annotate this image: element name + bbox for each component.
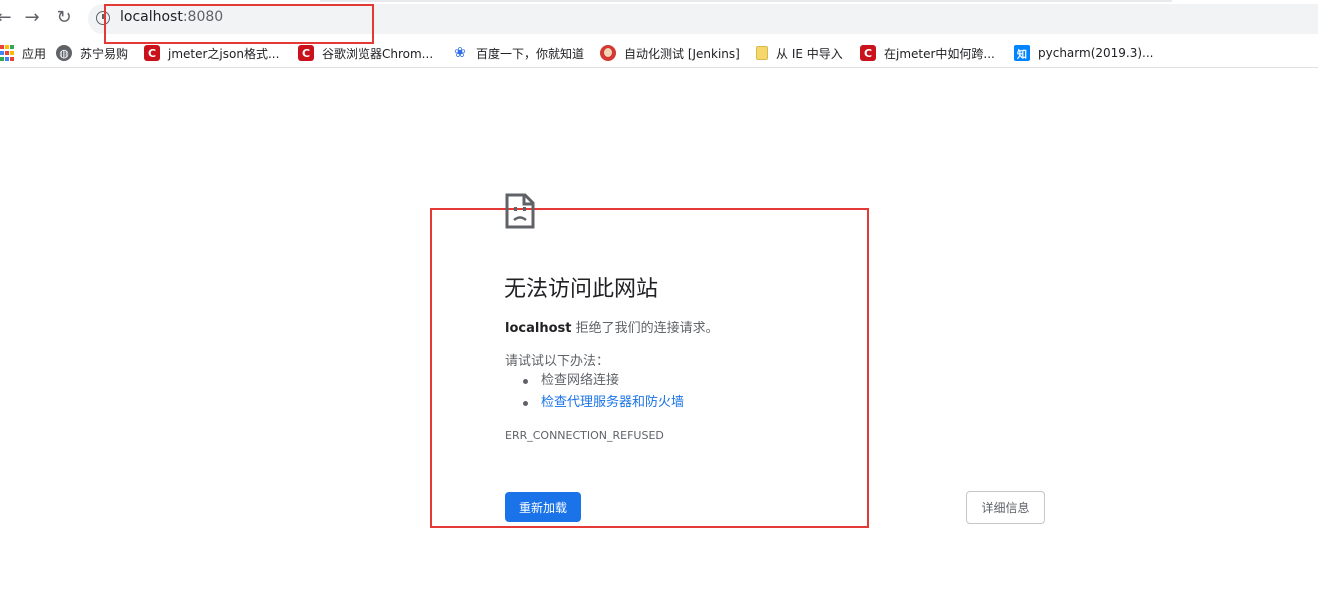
folder-icon: [756, 46, 768, 60]
reload-button[interactable]: 重新加载: [505, 492, 581, 522]
reload-icon[interactable]: ↻: [52, 6, 76, 30]
suggestions-list: 检查网络连接 检查代理服务器和防火墙: [523, 370, 684, 414]
bookmark-apps[interactable]: 应用: [0, 43, 46, 63]
csdn-icon: C: [298, 45, 314, 61]
bookmark-label: 从 IE 中导入: [776, 46, 843, 61]
bookmark-label: 在jmeter中如何跨...: [884, 46, 995, 61]
bookmark-baidu[interactable]: ❀ 百度一下，你就知道: [452, 43, 584, 63]
annotation-box-error: [430, 208, 869, 528]
back-arrow-icon[interactable]: ←: [0, 6, 16, 30]
suggestions-heading: 请试试以下办法：: [505, 354, 610, 369]
error-desc-suffix: 拒绝了我们的连接请求。: [571, 321, 719, 336]
bookmark-jenkins[interactable]: 自动化测试 [Jenkins]: [600, 43, 740, 63]
bookmark-label: 自动化测试 [Jenkins]: [624, 46, 740, 61]
suggestion-check-network: 检查网络连接: [523, 370, 684, 392]
bookmark-chrome[interactable]: C 谷歌浏览器Chrom...: [298, 43, 433, 63]
baidu-icon: ❀: [454, 45, 466, 61]
bookmark-label: pycharm(2019.3)...: [1038, 46, 1154, 60]
bookmark-label: 苏宁易购: [80, 46, 129, 61]
bookmark-label: jmeter之json格式...: [168, 46, 280, 61]
bookmark-jmeter-cross[interactable]: C 在jmeter中如何跨...: [860, 43, 995, 63]
bookmark-label: 百度一下，你就知道: [476, 46, 585, 61]
csdn-icon: C: [860, 45, 876, 61]
globe-icon: ◍: [56, 45, 72, 61]
annotation-box-url: [104, 4, 374, 44]
bookmark-suning[interactable]: ◍ 苏宁易购: [56, 43, 128, 63]
bookmark-label: 谷歌浏览器Chrom...: [322, 46, 434, 61]
forward-arrow-icon[interactable]: →: [20, 6, 44, 30]
bookmark-ie-import[interactable]: 从 IE 中导入: [756, 43, 843, 63]
csdn-icon: C: [144, 45, 160, 61]
zhihu-icon: 知: [1014, 45, 1030, 61]
bookmark-jmeter-json[interactable]: C jmeter之json格式...: [144, 43, 279, 63]
error-title: 无法访问此网站: [504, 277, 659, 302]
error-description: localhost 拒绝了我们的连接请求。: [505, 317, 719, 336]
error-code: ERR_CONNECTION_REFUSED: [505, 429, 664, 442]
apps-icon: [0, 45, 14, 61]
bookmark-label: 应用: [22, 46, 47, 61]
sad-page-icon: [505, 193, 535, 229]
suggestion-check-proxy-link[interactable]: 检查代理服务器和防火墙: [523, 392, 684, 414]
details-button[interactable]: 详细信息: [966, 491, 1045, 524]
bookmark-pycharm[interactable]: 知 pycharm(2019.3)...: [1014, 43, 1153, 63]
error-host: localhost: [505, 321, 572, 336]
tab-strip-edge: [320, 0, 1172, 2]
jenkins-icon: [600, 45, 616, 61]
